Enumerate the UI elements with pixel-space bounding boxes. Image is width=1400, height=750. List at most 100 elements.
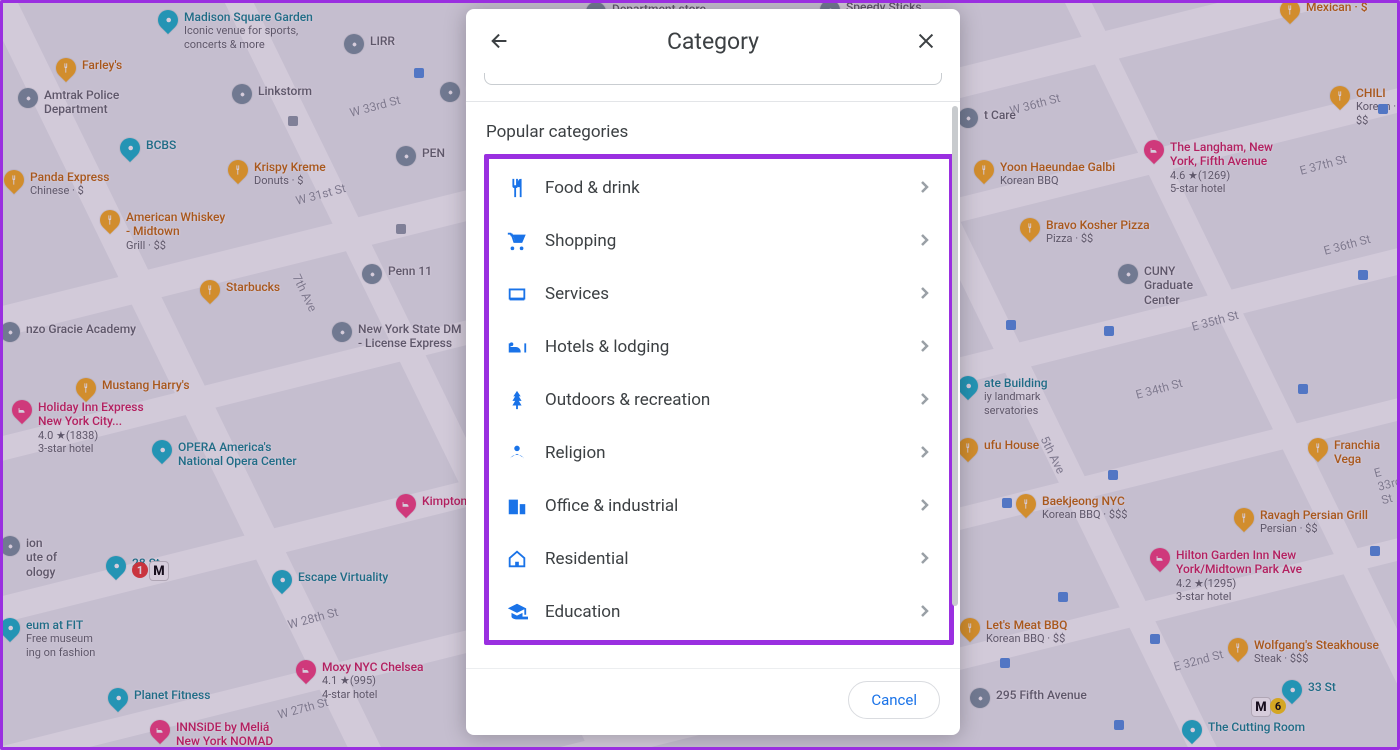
map-pin-icon: [396, 146, 416, 166]
poi-title: New York State DM- License Express: [358, 322, 462, 351]
map-poi[interactable]: OPERA America'sNational Opera Center: [152, 440, 297, 469]
category-row[interactable]: Outdoors & recreation: [489, 373, 949, 426]
map-poi[interactable]: Planet Fitness: [108, 688, 210, 708]
map-poi[interactable]: PEN: [396, 146, 445, 166]
poi-title: ufu House: [984, 438, 1039, 452]
map-poi[interactable]: American Whiskey- MidtownGrill · $$: [100, 210, 225, 252]
map-pin-icon: [1224, 634, 1252, 662]
cancel-button[interactable]: Cancel: [848, 681, 940, 719]
poi-title: Madison Square Garden: [184, 10, 313, 24]
category-icon: [499, 389, 535, 411]
map-poi[interactable]: nzo Gracie Academy: [0, 322, 136, 342]
poi-title: Farley's: [82, 58, 122, 72]
map-poi[interactable]: Ravagh Persian GrillPersian · $$: [1234, 508, 1368, 536]
map-poi[interactable]: Yoon Haeundae GalbiKorean BBQ: [974, 160, 1115, 188]
map-pin-icon: [1304, 434, 1332, 462]
map-pin-icon: [1326, 82, 1354, 110]
map-poi[interactable]: Mustang Harry's: [76, 378, 190, 398]
category-row[interactable]: Services: [489, 267, 949, 320]
poi-title: INNSiDE by MeliáNew York NOMAD: [176, 720, 273, 749]
map-poi[interactable]: Baekjeong NYCKorean BBQ · $$$: [1016, 494, 1127, 522]
category-row[interactable]: Religion: [489, 426, 949, 479]
close-button[interactable]: [912, 27, 940, 55]
map-poi[interactable]: Panda ExpressChinese · $: [4, 170, 109, 198]
map-poi[interactable]: LIRR: [344, 34, 395, 54]
map-pin-icon: [18, 88, 38, 108]
map-poi[interactable]: Madison Square GardenIconic venue for sp…: [158, 10, 313, 51]
map-poi[interactable]: ate Buildingiy landmarkservatories: [958, 376, 1048, 417]
map-poi[interactable]: eum at FITFree museuming on fashion: [0, 618, 95, 659]
arrow-left-icon: [489, 30, 511, 52]
map-poi[interactable]: 295 Fifth Avenue: [970, 688, 1087, 708]
map-poi[interactable]: Kimpton: [396, 494, 467, 514]
map-poi[interactable]: Franchia Vega: [1308, 438, 1400, 467]
map-pin-icon: [970, 156, 998, 184]
poi-title: Krispy Kreme: [254, 160, 326, 174]
category-icon: [499, 548, 535, 570]
map-poi[interactable]: The Langham, NewYork, Fifth Avenue4.6 ★(…: [1144, 140, 1273, 195]
map-pin-icon: [958, 108, 978, 128]
category-icon: [499, 283, 535, 305]
street-label: W 33rd St: [348, 93, 402, 120]
map-pin-icon: [154, 6, 182, 34]
map-poi[interactable]: Escape Virtuality: [272, 570, 388, 590]
map-poi[interactable]: Mexican · $: [1280, 0, 1368, 20]
poi-title: t Care: [984, 108, 1016, 122]
poi-title: Ravagh Persian Grill: [1260, 508, 1368, 522]
chevron-right-icon: [919, 337, 931, 356]
map-poi[interactable]: INNSiDE by MeliáNew York NOMAD: [150, 720, 273, 749]
map-poi[interactable]: New York State DM- License Express: [332, 322, 462, 351]
map-pin-icon: [116, 134, 144, 162]
category-row[interactable]: Office & industrial: [489, 479, 949, 532]
category-row[interactable]: Food & drink: [489, 161, 949, 214]
map-poi[interactable]: Moxy NYC Chelsea4.1 ★(995)4-star hotel: [296, 660, 423, 701]
search-input[interactable]: [484, 73, 942, 85]
map-poi[interactable]: Starbucks: [200, 280, 280, 300]
map-pin-icon: [224, 156, 252, 184]
map-poi[interactable]: CHILIKorean · $$: [1330, 86, 1400, 127]
category-label: Food & drink: [535, 178, 919, 198]
map-poi[interactable]: The Cutting Room: [1182, 720, 1305, 740]
back-button[interactable]: [486, 27, 514, 55]
map-pin-icon: [292, 656, 320, 684]
poi-title: Let's Meat BBQ: [986, 618, 1067, 632]
scrollbar[interactable]: [952, 106, 958, 606]
category-icon: [499, 336, 535, 358]
poi-title: Yoon Haeundae Galbi: [1000, 160, 1115, 174]
map-pin-icon: [148, 436, 176, 464]
category-highlight: Food & drink ShoppingServicesHotels & lod…: [484, 154, 954, 645]
map-poi[interactable]: Holiday Inn ExpressNew York City...4.0 ★…: [12, 400, 144, 455]
map-poi[interactable]: Wolfgang's SteakhouseSteak · $$$: [1228, 638, 1379, 666]
map-poi[interactable]: Let's Meat BBQKorean BBQ · $$: [960, 618, 1067, 646]
map-poi[interactable]: BCBS: [120, 138, 176, 158]
poi-title: Penn 11: [388, 264, 432, 278]
map-pin-icon: [1230, 504, 1258, 532]
poi-title: ate Building: [984, 376, 1048, 390]
category-label: Religion: [535, 443, 919, 463]
chevron-right-icon: [919, 178, 931, 197]
map-pin-icon: [344, 34, 364, 54]
map-poi[interactable]: Krispy KremeDonuts · $: [228, 160, 326, 188]
poi-title: BCBS: [146, 138, 176, 152]
street-label: E 33rd St: [1373, 460, 1400, 507]
map-poi[interactable]: t Care: [958, 108, 1016, 128]
poi-title: Kimpton: [422, 494, 467, 508]
map-poi[interactable]: CUNYGraduateCenter: [1118, 264, 1193, 307]
map-pin-icon: [362, 264, 382, 284]
map-poi[interactable]: ionute ofology: [0, 536, 57, 579]
map-poi[interactable]: Amtrak PoliceDepartment: [18, 88, 119, 117]
map-pin-icon: [956, 614, 984, 642]
category-row[interactable]: Education: [489, 585, 949, 638]
map-poi[interactable]: Farley's: [56, 58, 122, 78]
map-poi[interactable]: 33 St: [1282, 680, 1336, 700]
map-poi[interactable]: Hilton Garden Inn NewYork/Midtown Park A…: [1150, 548, 1302, 603]
category-row[interactable]: Residential: [489, 532, 949, 585]
map-poi[interactable]: Penn 11: [362, 264, 432, 284]
map-poi[interactable]: Bravo Kosher PizzaPizza · $$: [1020, 218, 1150, 246]
street-label: 7th Ave: [290, 272, 320, 314]
category-row[interactable]: Shopping: [489, 214, 949, 267]
poi-title: Baekjeong NYC: [1042, 494, 1127, 508]
category-row[interactable]: Hotels & lodging: [489, 320, 949, 373]
map-poi[interactable]: Linkstorm: [232, 84, 312, 104]
map-poi[interactable]: ufu House: [958, 438, 1039, 458]
